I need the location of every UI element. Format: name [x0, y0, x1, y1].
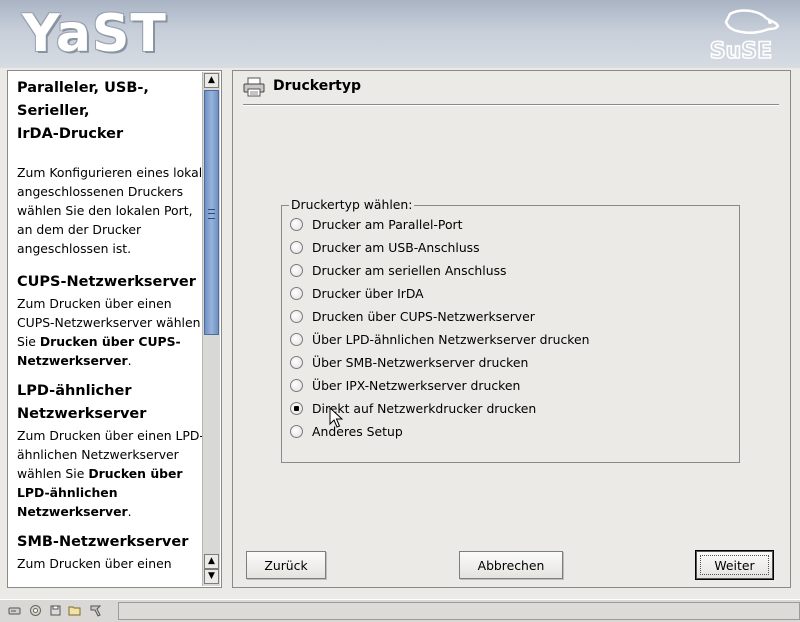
radio-label[interactable]: Über SMB-Netzwerkserver drucken [312, 353, 528, 373]
radio-button[interactable] [290, 402, 303, 415]
radio-button[interactable] [290, 356, 303, 369]
radio-button[interactable] [290, 379, 303, 392]
scrollbar-thumb[interactable] [204, 90, 219, 335]
radio-button[interactable] [290, 333, 303, 346]
printer-icon [243, 77, 265, 97]
help-text-cups: Zum Drucken über einen CUPS-Netzwerkserv… [17, 296, 201, 368]
scroll-up-button[interactable]: ▲ [204, 73, 219, 88]
taskbar-window-slot[interactable] [118, 602, 800, 620]
suse-logo-text: SuSE [710, 39, 772, 62]
radio-button[interactable] [290, 310, 303, 323]
help-heading-lpd: LPD-ähnlicher Netzwerkserver [17, 383, 147, 422]
yast-logo: YaST [22, 4, 167, 64]
mouse-pointer-icon [329, 407, 343, 428]
radio-label[interactable]: Drucken über CUPS-Netzwerkserver [312, 307, 535, 327]
disk-icon[interactable] [49, 604, 62, 617]
radio-label[interactable]: Über IPX-Netzwerkserver drucken [312, 376, 520, 396]
radio-label[interactable]: Drucker am Parallel-Port [312, 215, 462, 235]
radio-button[interactable] [290, 425, 303, 438]
radio-label[interactable]: Drucker über IrDA [312, 284, 424, 304]
dialog-title: Druckertyp [273, 78, 361, 94]
taskbar [0, 599, 800, 622]
main-panel: Druckertyp Druckertyp wählen: Drucker am… [232, 70, 791, 588]
scroll-down-button[interactable]: ▼ [204, 569, 219, 584]
help-content: Paralleler, USB-, Serieller, IrDA-Drucke… [17, 77, 205, 573]
cancel-button[interactable]: Abbrechen [459, 551, 563, 579]
title-divider [243, 104, 779, 106]
back-button[interactable]: Zurück [246, 551, 326, 579]
help-text-smb: Zum Drucken über einen [17, 556, 172, 571]
help-scrollbar[interactable]: ▲ ▲ ▼ [202, 72, 220, 586]
radio-button[interactable] [290, 218, 303, 231]
folder-icon[interactable] [68, 604, 81, 617]
radio-label[interactable]: Drucker am USB-Anschluss [312, 238, 480, 258]
printer-type-group: Druckertyp wählen: Drucker am Parallel-P… [281, 197, 740, 463]
help-heading-local: Paralleler, USB-, Serieller, IrDA-Drucke… [17, 80, 149, 142]
scroll-up-button-lower[interactable]: ▲ [204, 554, 219, 569]
suse-logo: SuSE [709, 9, 780, 62]
radio-label[interactable]: Direkt auf Netzwerkdrucker drucken [312, 399, 536, 419]
radio-button[interactable] [290, 241, 303, 254]
help-text-lpd: Zum Drucken über einen LPD-ähnlichen Net… [17, 428, 204, 519]
radio-label[interactable]: Drucker am seriellen Anschluss [312, 261, 507, 281]
help-text-local: Zum Konfigurieren eines lokal angeschlos… [17, 165, 203, 256]
yast-banner: YaST SuSE [0, 0, 800, 68]
next-button[interactable]: Weiter [695, 550, 774, 580]
help-heading-cups: CUPS-Netzwerkserver [17, 274, 196, 290]
help-heading-smb: SMB-Netzwerkserver [17, 534, 189, 550]
radio-button[interactable] [290, 264, 303, 277]
help-panel[interactable]: Paralleler, USB-, Serieller, IrDA-Drucke… [7, 70, 222, 588]
radio-label[interactable]: Anderes Setup [312, 422, 403, 442]
radio-label[interactable]: Über LPD-ähnlichen Netzwerkserver drucke… [312, 330, 590, 350]
radio-button[interactable] [290, 287, 303, 300]
printer-type-group-label: Druckertyp wählen: [289, 197, 415, 212]
settings-icon[interactable] [29, 604, 42, 617]
drive-icon[interactable] [8, 604, 21, 617]
tools-icon[interactable] [89, 604, 102, 617]
